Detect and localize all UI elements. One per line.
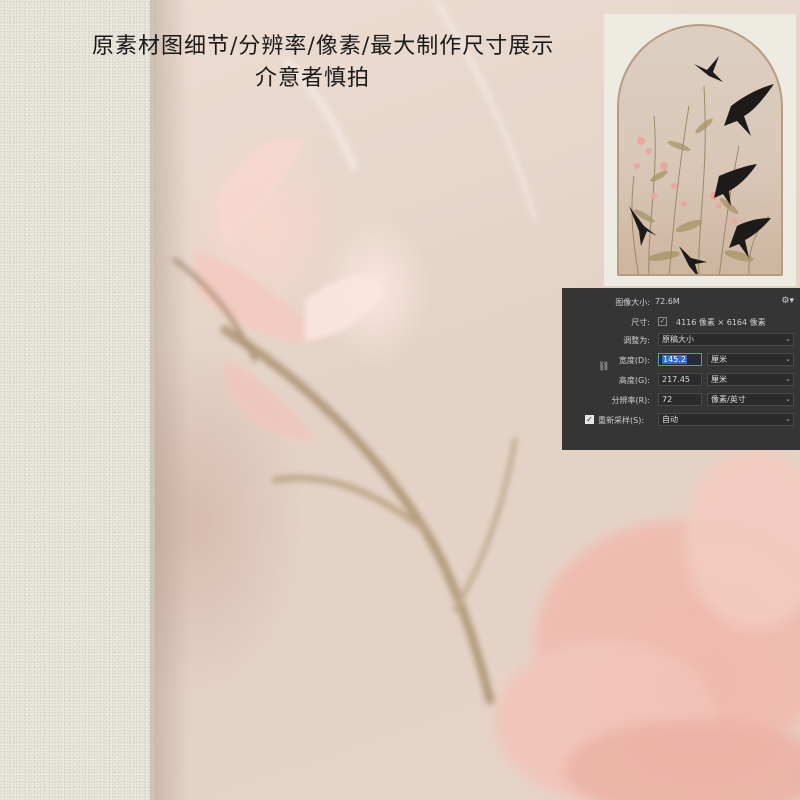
resolution-input[interactable]: 72 — [658, 393, 702, 406]
resolution-value: 72 — [662, 395, 673, 404]
width-value: 145.2 — [662, 355, 687, 364]
fit-to-row: 调整为: 原稿大小 ⌄ — [562, 332, 800, 348]
chevron-down-icon: ⌄ — [785, 355, 791, 363]
height-input[interactable]: 217.45 — [658, 373, 702, 386]
resample-value: 自动 — [662, 415, 678, 424]
fit-to-value: 原稿大小 — [662, 335, 694, 344]
dimensions-row: 尺寸: ✓ 4116 像素 × 6164 像素 — [562, 314, 800, 330]
image-size-row: 图像大小: 72.6M ⚙▾ — [562, 294, 800, 310]
swallow-1 — [694, 56, 723, 82]
resolution-unit: 像素/英寸 — [711, 395, 746, 404]
width-input[interactable]: 145.2 — [658, 353, 702, 366]
width-row: 宽度(D): 145.2 厘米 ⌄ — [562, 352, 800, 368]
image-size-label: 图像大小: — [615, 298, 650, 307]
resolution-unit-select[interactable]: 像素/英寸 ⌄ — [707, 393, 794, 406]
height-label: 高度(G): — [618, 376, 650, 385]
height-row: 高度(G): 217.45 厘米 ⌄ — [562, 372, 800, 388]
image-size-value: 72.6M — [655, 297, 680, 306]
chevron-down-icon: ⌄ — [785, 375, 791, 383]
caption-line-2: 介意者慎拍 — [255, 66, 371, 91]
resolution-row: 分辨率(R): 72 像素/英寸 ⌄ — [562, 392, 800, 408]
height-unit-select[interactable]: 厘米 ⌄ — [707, 373, 794, 386]
width-label: 宽度(D): — [618, 356, 650, 365]
resample-row: ✓ 重新采样(S): 自动 ⌄ — [562, 412, 800, 428]
artwork-thumbnail — [604, 14, 796, 286]
width-unit: 厘米 — [711, 355, 727, 364]
swallows-flowers-illustration — [629, 56, 774, 274]
dimensions-label: 尺寸: — [631, 318, 650, 327]
chevron-down-icon: ⌄ — [785, 415, 791, 423]
arched-frame — [617, 24, 783, 276]
resolution-label: 分辨率(R): — [611, 396, 651, 405]
chevron-down-icon: ⌄ — [785, 335, 791, 343]
caption-line-1: 原素材图细节/分辨率/像素/最大制作尺寸展示 — [92, 34, 555, 59]
resample-checkbox[interactable]: ✓ — [585, 415, 594, 424]
gear-icon[interactable]: ⚙▾ — [781, 296, 794, 306]
height-unit: 厘米 — [711, 375, 727, 384]
resample-select[interactable]: 自动 ⌄ — [658, 413, 794, 426]
image-size-dialog: 图像大小: 72.6M ⚙▾ 尺寸: ✓ 4116 像素 × 6164 像素 调… — [562, 288, 800, 450]
fit-to-select[interactable]: 原稿大小 ⌄ — [658, 333, 794, 346]
resample-label: 重新采样(S): — [598, 416, 645, 425]
dimensions-toggle-icon[interactable]: ✓ — [658, 317, 667, 326]
fit-to-label: 调整为: — [623, 336, 650, 345]
dimensions-value: 4116 像素 × 6164 像素 — [676, 318, 766, 327]
width-unit-select[interactable]: 厘米 ⌄ — [707, 353, 794, 366]
paper-texture-strip — [0, 0, 155, 800]
height-value: 217.45 — [662, 375, 690, 384]
chevron-down-icon: ⌄ — [785, 395, 791, 403]
paper-edge-shadow — [150, 0, 190, 800]
